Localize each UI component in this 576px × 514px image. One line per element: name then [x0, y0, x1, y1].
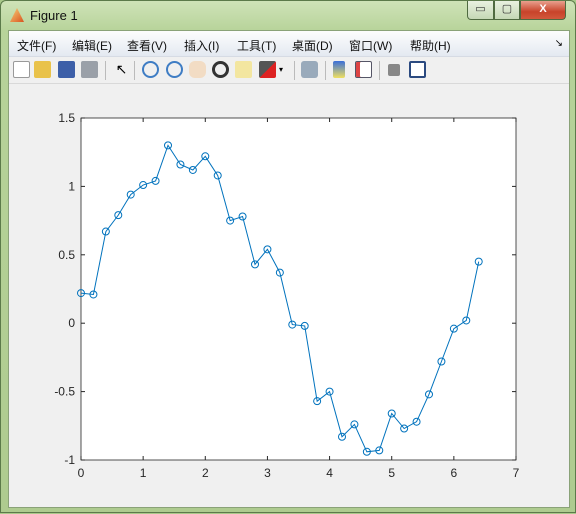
y-tick-label: 1	[68, 179, 75, 193]
y-tick-label: -0.5	[54, 385, 75, 399]
x-tick-label: 2	[202, 466, 209, 480]
x-tick-label: 1	[140, 466, 147, 480]
y-tick-label: 0.5	[58, 248, 75, 262]
y-tick-label: -1	[64, 453, 75, 467]
axes-box	[80, 117, 517, 461]
axes-plot[interactable]: 0 1 2 3 4 5 6 7 -1 -0.5 0 0.5 1 1.5	[1, 1, 576, 514]
x-tick-label: 7	[513, 466, 520, 480]
x-tick-label: 0	[78, 466, 85, 480]
y-tick-label: 0	[68, 316, 75, 330]
x-tick-label: 5	[388, 466, 395, 480]
y-tick-label: 1.5	[58, 111, 75, 125]
figure-window: Figure 1 ▭ ▢ X 文件(F) 编辑(E) 查看(V) 插入(I) 工…	[0, 0, 576, 513]
x-tick-label: 4	[326, 466, 333, 480]
x-tick-label: 3	[264, 466, 271, 480]
x-tick-label: 6	[451, 466, 458, 480]
